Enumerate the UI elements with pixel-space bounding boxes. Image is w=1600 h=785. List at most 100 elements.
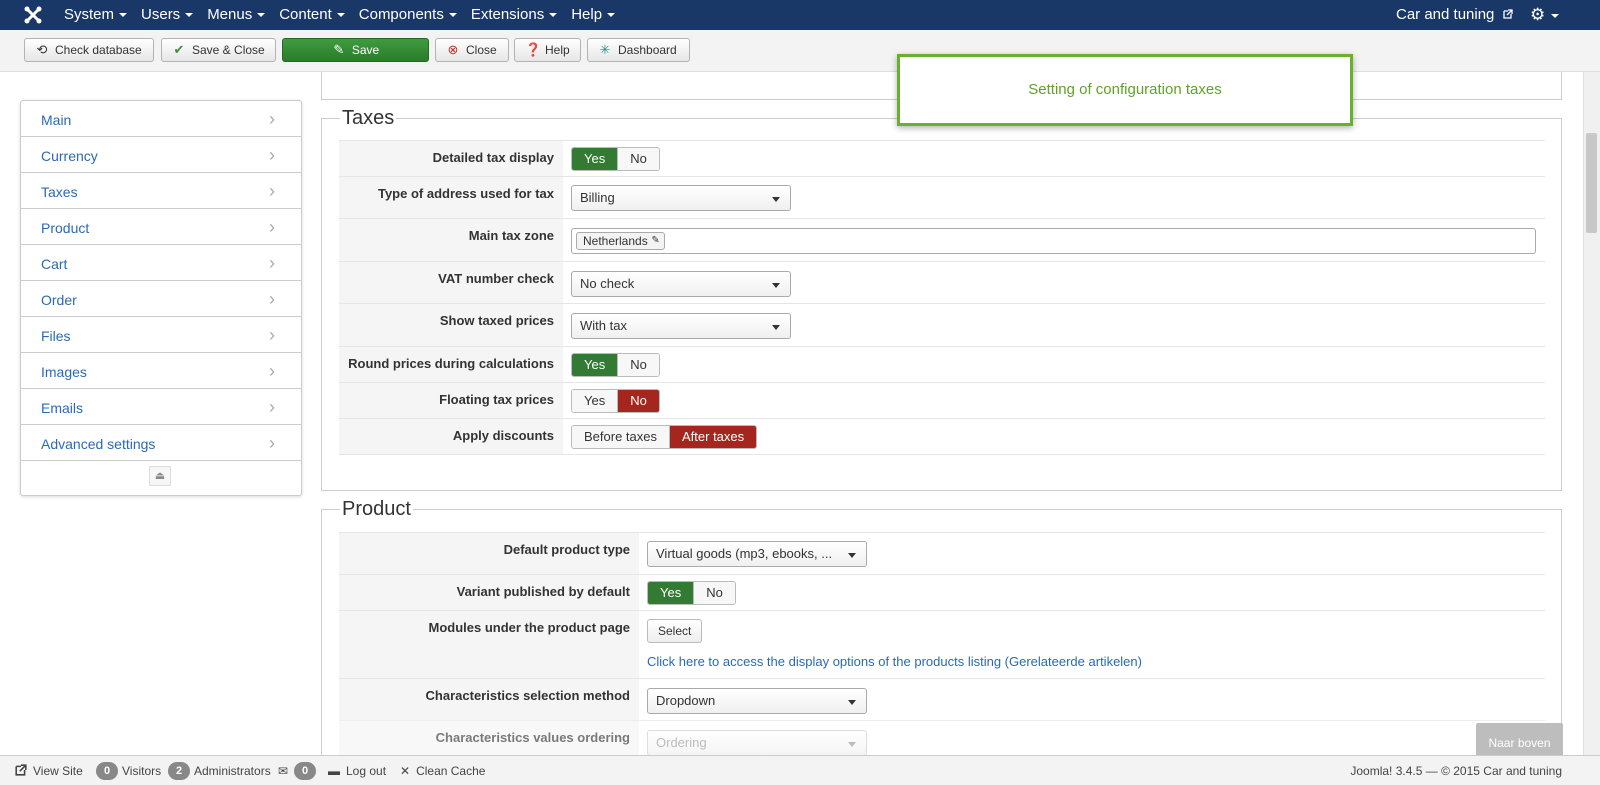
- admins-count-badge: 2: [168, 762, 190, 780]
- toggle-no[interactable]: No: [617, 354, 659, 376]
- menu-label: System: [64, 6, 115, 23]
- main-tax-zone-input[interactable]: Netherlands ✎: [571, 228, 1536, 254]
- menu-extensions[interactable]: Extensions: [470, 0, 558, 30]
- default-product-type-select[interactable]: Virtual goods (mp3, ebooks, ...: [647, 541, 867, 567]
- dropdown-arrow-icon: [772, 325, 780, 330]
- edit-icon: ✎: [333, 42, 345, 57]
- menu-components[interactable]: Components: [359, 0, 457, 30]
- main-menu: System Users Menus Content Components Ex…: [64, 0, 629, 30]
- config-sidebar: Main › Currency › Taxes › Product › Cart › Or…: [20, 100, 302, 496]
- sidebar-item-cart[interactable]: Cart ›: [21, 245, 301, 281]
- toggle-no[interactable]: No: [693, 582, 735, 604]
- toggle-yes[interactable]: Yes: [572, 354, 618, 376]
- close-circle-icon: ⊗: [447, 42, 459, 57]
- messages-indicator[interactable]: ✉ 0: [278, 756, 320, 785]
- menu-system[interactable]: System: [64, 0, 128, 30]
- site-name: Car and tuning: [1396, 6, 1495, 23]
- row-apply-discounts: Apply discounts Before taxes After taxes: [339, 418, 1545, 455]
- check-database-button[interactable]: ⟲ Check database: [24, 38, 154, 62]
- toggle-yes[interactable]: Yes: [572, 390, 618, 412]
- tax-zone-tag[interactable]: Netherlands ✎: [576, 232, 665, 250]
- clean-cache-link[interactable]: ✕ Clean Cache: [400, 756, 485, 785]
- close-button[interactable]: ⊗ Close: [435, 38, 509, 62]
- sidebar-item-currency[interactable]: Currency ›: [21, 137, 301, 173]
- select-value: No check: [580, 276, 635, 291]
- dashboard-button[interactable]: ✳ Dashboard: [587, 38, 690, 62]
- sidebar-item-product[interactable]: Product ›: [21, 209, 301, 245]
- row-default-product-type: Default product type Virtual goods (mp3,…: [339, 532, 1545, 574]
- chevron-right-icon: ›: [269, 361, 275, 381]
- sidebar-item-main[interactable]: Main ›: [21, 101, 301, 137]
- menu-content[interactable]: Content: [279, 0, 345, 30]
- variant-published-toggle: Yes No: [647, 581, 736, 605]
- settings-menu[interactable]: ⚙: [1530, 5, 1560, 24]
- sidebar-item-files[interactable]: Files ›: [21, 317, 301, 353]
- save-close-button[interactable]: ✔ Save & Close: [161, 38, 276, 62]
- sidebar-item-label: Advanced settings: [41, 436, 156, 452]
- top-navbar: System Users Menus Content Components Ex…: [0, 0, 1600, 30]
- menu-menus[interactable]: Menus: [207, 0, 266, 30]
- menu-help[interactable]: Help: [571, 0, 616, 30]
- toggle-no[interactable]: No: [617, 148, 659, 170]
- logout-label: Log out: [346, 764, 387, 778]
- sidebar-item-label: Cart: [41, 256, 68, 272]
- administrators-label: Administrators: [194, 764, 271, 778]
- toggle-yes[interactable]: Yes: [648, 582, 694, 604]
- toggle-no[interactable]: No: [617, 390, 659, 412]
- row-vat-check: VAT number check No check: [339, 261, 1545, 303]
- menu-label: Users: [141, 6, 181, 23]
- menu-label: Components: [358, 6, 444, 23]
- sidebar-item-label: Images: [41, 364, 87, 380]
- button-label: Save & Close: [192, 43, 265, 57]
- toolbar: ⟲ Check database ✔ Save & Close ✎ Save ⊗ Clo…: [0, 30, 1600, 72]
- sidebar-item-images[interactable]: Images ›: [21, 353, 301, 389]
- characteristics-ordering-select[interactable]: Ordering: [647, 730, 867, 756]
- help-button[interactable]: ❓ Help: [514, 38, 581, 62]
- toggle-before-taxes[interactable]: Before taxes: [572, 426, 669, 448]
- view-site-link[interactable]: View Site: [15, 756, 83, 785]
- notification-box: Setting of configuration taxes: [897, 54, 1353, 126]
- pencil-icon[interactable]: ✎: [651, 233, 659, 249]
- product-listing-options-link[interactable]: Click here to access the display options…: [647, 654, 1142, 669]
- clean-cache-label: Clean Cache: [416, 764, 486, 778]
- sidebar-item-emails[interactable]: Emails ›: [21, 389, 301, 425]
- refresh-icon: ⟲: [36, 42, 48, 57]
- vat-check-select[interactable]: No check: [571, 271, 791, 297]
- select-modules-button[interactable]: Select: [647, 619, 703, 643]
- gear-icon: ⚙: [1530, 5, 1546, 24]
- select-value: Dropdown: [656, 693, 716, 708]
- sidebar-item-taxes[interactable]: Taxes ›: [21, 173, 301, 209]
- field-label: Apply discounts: [339, 419, 563, 454]
- envelope-icon: ✉: [278, 764, 289, 778]
- question-circle-icon: ❓: [525, 42, 542, 57]
- site-link[interactable]: Car and tuning: [1396, 0, 1513, 30]
- menu-label: Extensions: [470, 6, 545, 23]
- show-taxed-prices-select[interactable]: With tax: [571, 313, 791, 339]
- address-type-select[interactable]: Billing: [571, 185, 791, 211]
- dropdown-arrow-icon: [848, 553, 856, 558]
- scrollbar-thumb[interactable]: [1586, 133, 1597, 233]
- characteristics-method-select[interactable]: Dropdown: [647, 688, 867, 714]
- field-label: Main tax zone: [339, 219, 563, 261]
- joomla-logo-icon[interactable]: [22, 4, 44, 26]
- sidebar-item-advanced-settings[interactable]: Advanced settings ›: [21, 425, 301, 461]
- administrators-indicator: 2 Administrators: [168, 756, 271, 785]
- save-button[interactable]: ✎ Save: [282, 38, 429, 62]
- caret-down-icon: [607, 13, 616, 18]
- dashboard-icon: ✳: [599, 42, 611, 57]
- chevron-right-icon: ›: [269, 433, 275, 453]
- toggle-yes[interactable]: Yes: [572, 148, 618, 170]
- toggle-after-taxes[interactable]: After taxes: [669, 426, 757, 448]
- joomla-x-icon: ✕: [400, 764, 411, 778]
- menu-users[interactable]: Users: [141, 0, 194, 30]
- chevron-right-icon: ›: [269, 253, 275, 273]
- sidebar-item-order[interactable]: Order ›: [21, 281, 301, 317]
- button-label: Close: [466, 43, 497, 57]
- caret-down-icon: [448, 13, 457, 18]
- chevron-right-icon: ›: [269, 109, 275, 129]
- logout-link[interactable]: ▬ Log out: [328, 756, 386, 785]
- sidebar-item-label: Order: [41, 292, 77, 308]
- collapse-sidebar-button[interactable]: ⏏: [149, 466, 171, 486]
- chevron-right-icon: ›: [269, 397, 275, 417]
- field-label: Default product type: [339, 533, 639, 574]
